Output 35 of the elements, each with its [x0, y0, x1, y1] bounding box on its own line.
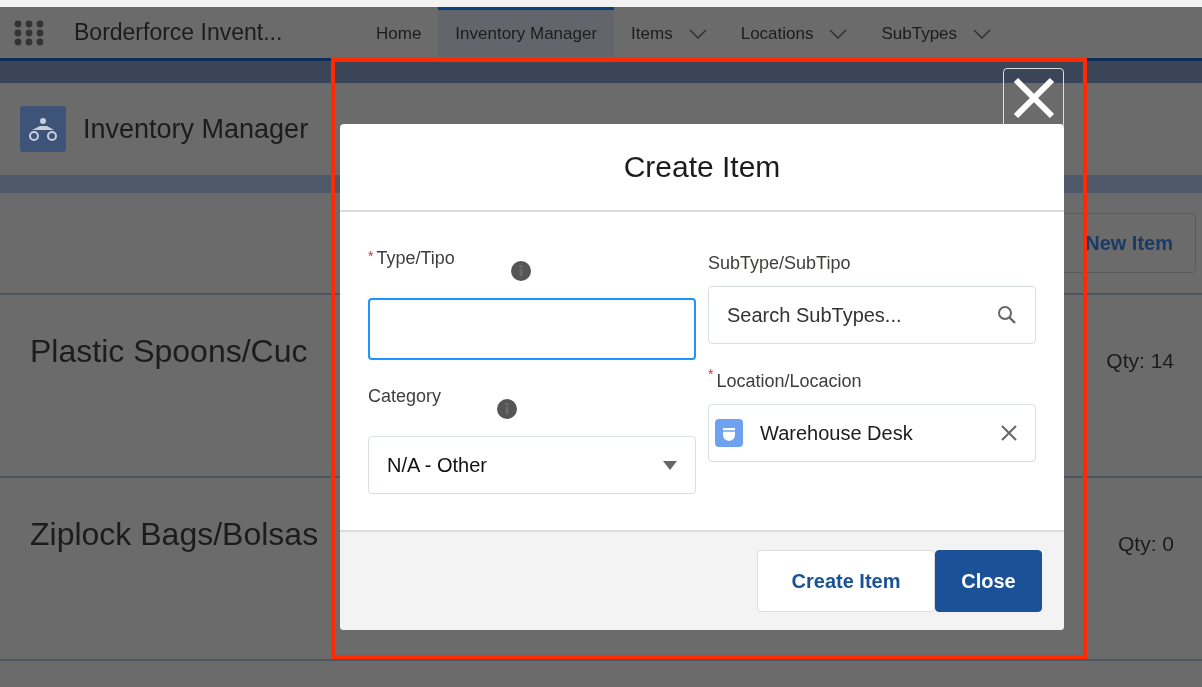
location-icon: [715, 419, 743, 447]
search-field[interactable]: Search SubTypes...: [708, 286, 1036, 344]
app-name: Borderforce Invent...: [74, 19, 284, 46]
nav-tab[interactable]: SubTypes: [864, 7, 1009, 58]
info-icon[interactable]: [497, 399, 518, 419]
nav-tab[interactable]: Home: [359, 7, 439, 58]
vehicle-icon: [20, 106, 66, 152]
nav-tab[interactable]: Locations: [723, 7, 865, 58]
item-quantity: Qty: 14: [1106, 349, 1174, 373]
close-button[interactable]: Close: [935, 550, 1042, 612]
field-label: Location/Locacion: [716, 371, 862, 392]
modal-title: Create Item: [623, 150, 781, 184]
required-asterisk: *: [708, 366, 714, 382]
caret-down-icon: [663, 460, 677, 470]
field-label: Type/Tipo: [376, 248, 455, 269]
field-label: Category: [368, 386, 442, 407]
page-title: Inventory Manager: [83, 113, 309, 145]
field-label: SubType/SubTipo: [708, 253, 851, 274]
category-select[interactable]: N/A - Other: [368, 436, 696, 494]
item-name: Plastic Spoons/Cuc: [30, 333, 308, 370]
nav-tab[interactable]: Inventory Manager: [438, 7, 615, 58]
search-icon: [997, 305, 1017, 325]
nav-tab[interactable]: Items: [614, 7, 724, 58]
text-input-field[interactable]: [368, 298, 696, 360]
app-launcher-icon[interactable]: [14, 19, 44, 46]
info-icon[interactable]: [510, 261, 531, 281]
create-item-button[interactable]: Create Item: [757, 550, 935, 612]
chevron-down-icon[interactable]: [688, 29, 707, 39]
chevron-down-icon[interactable]: [973, 29, 992, 39]
required-asterisk: *: [368, 248, 374, 264]
clear-icon[interactable]: [1001, 425, 1017, 441]
item-quantity: Qty: 0: [1117, 532, 1174, 556]
lookup-field[interactable]: Warehouse Desk: [708, 404, 1036, 462]
chevron-down-icon[interactable]: [829, 29, 848, 39]
item-name: Ziplock Bags/Bolsas: [30, 516, 319, 553]
